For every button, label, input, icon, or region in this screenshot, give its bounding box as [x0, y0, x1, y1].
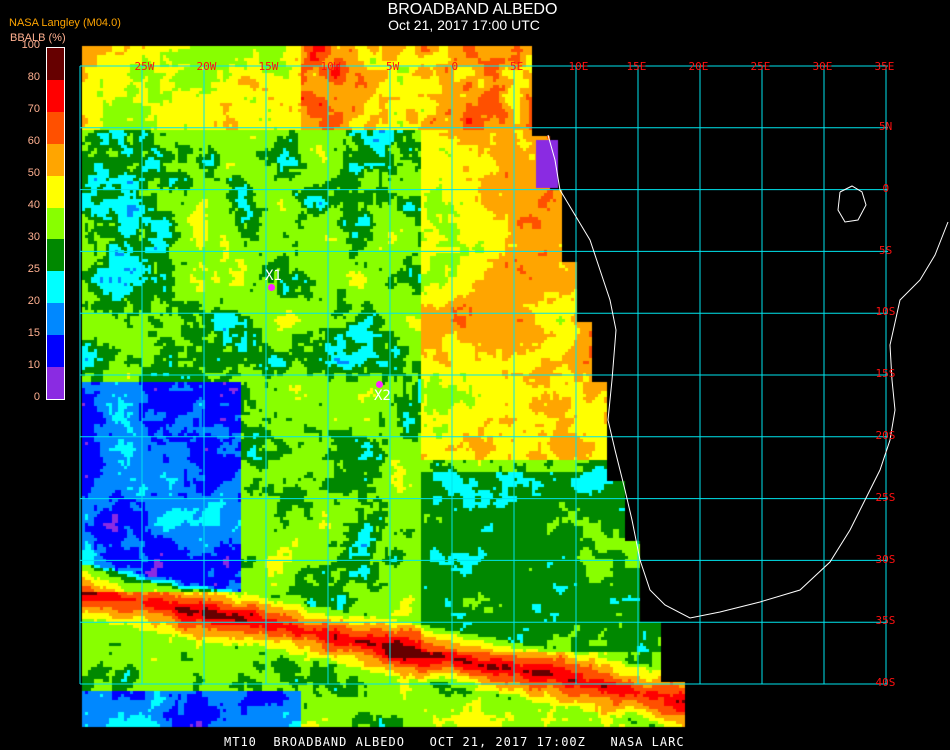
legend-swatch [47, 335, 64, 368]
footer-caption: MT10 BROADBAND ALBEDO OCT 21, 2017 17:00… [224, 735, 685, 749]
source-label: NASA Langley (M04.0) [9, 17, 121, 29]
latitude-label: 5N [879, 120, 893, 133]
satellite-map-viewer: BROADBAND ALBEDO Oct 21, 2017 17:00 UTC … [0, 0, 950, 750]
legend-tick: 15 [27, 327, 40, 339]
longitude-label: 25W [134, 60, 155, 73]
latitude-label: 35S [875, 614, 896, 628]
longitude-label: 15W [258, 60, 279, 73]
longitude-label: 10W [320, 60, 341, 73]
longitude-label: 0 [451, 60, 459, 73]
longitude-label: 5E [510, 60, 524, 73]
legend-tick: 20 [27, 295, 40, 307]
marker-x2-label: X2 [374, 388, 391, 404]
legend-swatch [47, 271, 64, 304]
legend-swatch [47, 303, 64, 336]
lat-lon-grid [79, 65, 888, 685]
legend-tick: 100 [21, 39, 40, 51]
longitude-label: 20W [196, 60, 217, 73]
legend-tick: 25 [27, 263, 40, 275]
legend-tick: 0 [33, 391, 40, 403]
legend-swatch [47, 175, 64, 208]
legend-swatch [47, 207, 64, 240]
map-overlay [79, 65, 949, 685]
latitude-label: 20S [875, 429, 896, 442]
legend-tick: 40 [27, 199, 40, 211]
marker-x2-dot[interactable] [376, 381, 383, 388]
legend-tick: 50 [27, 167, 40, 179]
marker-x1-label: X1 [265, 268, 282, 284]
legend-swatch [47, 367, 64, 399]
legend-swatch [47, 79, 64, 112]
legend-swatch [47, 143, 64, 176]
map-timestamp: Oct 21, 2017 17:00 UTC [388, 17, 540, 33]
legend-swatch [47, 111, 64, 144]
longitude-label: 35E [874, 60, 895, 73]
longitude-label: 10E [568, 60, 589, 73]
latitude-label: 15S [875, 367, 896, 381]
marker-x1-dot[interactable] [268, 284, 275, 291]
legend-tick: 30 [27, 231, 40, 243]
latitude-label: 0 [882, 181, 890, 195]
latitude-label: 25S [875, 490, 896, 504]
latitude-label: 10S [875, 305, 896, 319]
color-legend [46, 47, 65, 400]
latitude-label: 5S [879, 243, 893, 257]
longitude-label: 5W [386, 60, 400, 73]
legend-tick: 70 [27, 103, 40, 115]
lake-outline [837, 185, 867, 223]
longitude-label: 30E [812, 60, 833, 73]
legend-tick: 60 [27, 135, 40, 147]
legend-swatch [47, 239, 64, 272]
longitude-label: 15E [626, 60, 647, 73]
latitude-label: 40S [875, 676, 896, 690]
legend-swatch [47, 48, 64, 80]
latitude-label: 30S [875, 552, 896, 566]
legend-tick: 80 [27, 71, 40, 83]
longitude-label: 20E [688, 60, 709, 73]
longitude-label: 25E [750, 60, 771, 73]
legend-tick: 10 [27, 359, 40, 371]
